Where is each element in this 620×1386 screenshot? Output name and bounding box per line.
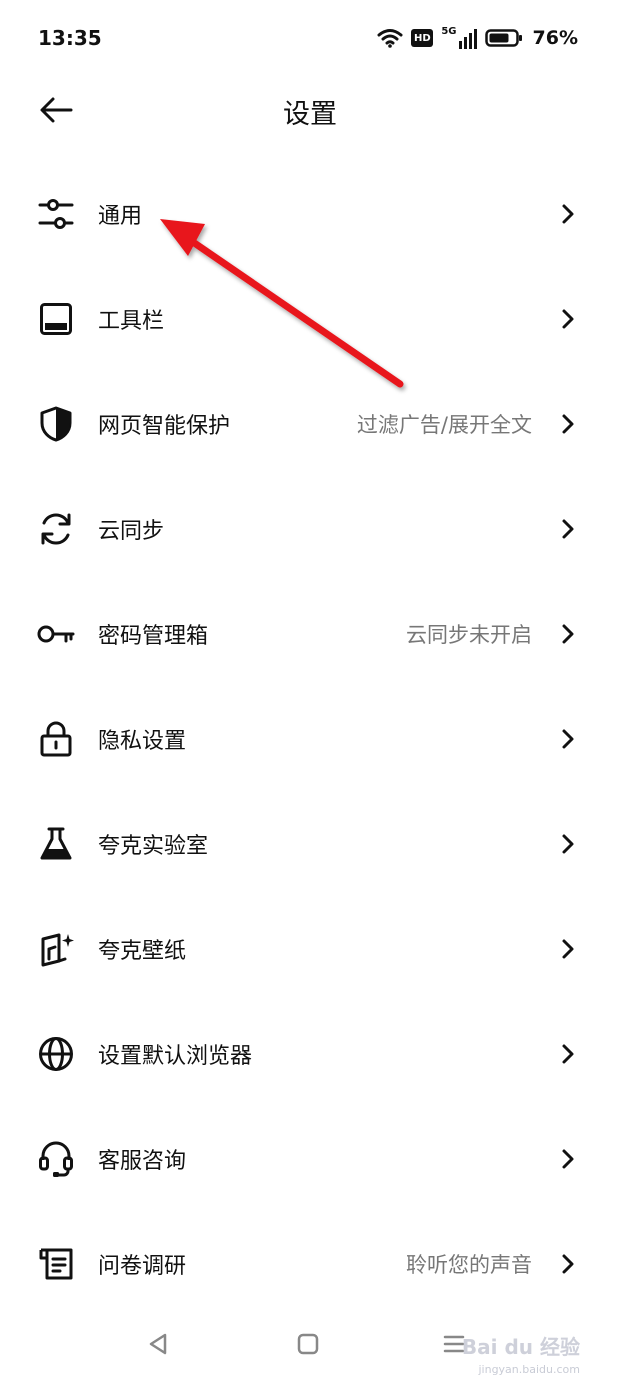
shield-icon [36, 404, 76, 444]
flask-icon [36, 824, 76, 864]
menu-item-privacy[interactable]: 隐私设置 [0, 686, 620, 791]
chevron-right-icon [562, 309, 574, 328]
menu-item-password-manager[interactable]: 密码管理箱 云同步未开启 [0, 581, 620, 686]
status-icons: HD 5G 76% [377, 24, 578, 52]
nav-home-button[interactable] [288, 1324, 328, 1364]
square-home-icon [297, 1333, 319, 1355]
menu-lines-icon [443, 1335, 465, 1353]
menu-item-web-protection[interactable]: 网页智能保护 过滤广告/展开全文 [0, 371, 620, 476]
chevron-right-icon [562, 204, 574, 223]
battery-icon [484, 29, 522, 47]
chevron-right-icon [562, 519, 574, 538]
menu-item-label: 客服咨询 [98, 1148, 187, 1174]
headset-icon [36, 1139, 76, 1179]
menu-item-toolbar[interactable]: 工具栏 [0, 266, 620, 371]
menu-item-label: 通用 [98, 203, 143, 229]
menu-item-label: 云同步 [98, 518, 165, 544]
menu-item-label: 工具栏 [98, 308, 165, 334]
menu-item-lab[interactable]: 夸克实验室 [0, 791, 620, 896]
network-type-label: 5G [441, 26, 457, 37]
menu-item-wallpaper[interactable]: 夸克壁纸 [0, 896, 620, 1001]
menu-item-value: 云同步未开启 [406, 622, 532, 647]
menu-item-label: 密码管理箱 [98, 623, 209, 649]
chevron-right-icon [562, 1044, 574, 1063]
status-time: 13:35 [38, 26, 102, 50]
chevron-right-icon [562, 729, 574, 748]
header: 设置 [0, 76, 620, 146]
menu-item-value: 聆听您的声音 [406, 1252, 532, 1277]
chevron-right-icon [562, 834, 574, 853]
menu-item-label: 设置默认浏览器 [98, 1043, 253, 1069]
status-bar: 13:35 HD 5G 76% [0, 0, 620, 76]
wallpaper-icon [36, 929, 76, 969]
chevron-right-icon [562, 1149, 574, 1168]
menu-item-label: 网页智能保护 [98, 413, 231, 439]
nav-back-button[interactable] [138, 1324, 178, 1364]
menu-item-cloud-sync[interactable]: 云同步 [0, 476, 620, 581]
wifi-icon [377, 29, 403, 48]
hd-badge: HD [411, 29, 434, 47]
sliders-icon [36, 194, 76, 234]
key-icon [36, 614, 76, 654]
settings-menu: 通用 工具栏 网页智能保护 过滤广告/展开全文 云同步 密码管理箱 云同步未开启… [0, 161, 620, 1316]
menu-item-default-browser[interactable]: 设置默认浏览器 [0, 1001, 620, 1106]
battery-percentage: 76% [532, 27, 578, 49]
chevron-right-icon [562, 939, 574, 958]
menu-item-value: 过滤广告/展开全文 [356, 412, 532, 437]
menu-item-general[interactable]: 通用 [0, 161, 620, 266]
chevron-right-icon [562, 624, 574, 643]
menu-item-label: 问卷调研 [98, 1253, 187, 1279]
menu-item-label: 隐私设置 [98, 728, 187, 754]
survey-icon [36, 1244, 76, 1284]
lock-icon [36, 719, 76, 759]
sync-icon [36, 509, 76, 549]
chevron-right-icon [562, 414, 574, 433]
nav-recents-button[interactable] [434, 1324, 474, 1364]
toolbar-icon [36, 299, 76, 339]
menu-item-label: 夸克实验室 [98, 833, 209, 859]
signal-icon: 5G [441, 26, 477, 49]
system-nav-bar [0, 1296, 620, 1386]
chevron-right-icon [562, 1254, 574, 1273]
menu-item-customer-service[interactable]: 客服咨询 [0, 1106, 620, 1211]
triangle-back-icon [149, 1333, 167, 1355]
globe-icon [36, 1034, 76, 1074]
menu-item-label: 夸克壁纸 [98, 938, 187, 964]
page-title: 设置 [283, 99, 337, 130]
